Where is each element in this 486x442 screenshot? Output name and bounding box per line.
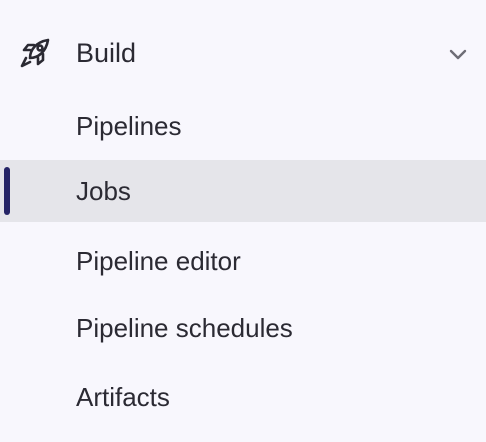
build-section-toggle[interactable]: Build xyxy=(0,22,486,84)
nav-item-pipeline-editor[interactable]: Pipeline editor xyxy=(0,230,486,292)
nav-item-jobs[interactable]: Jobs xyxy=(0,160,486,222)
nav-item-label: Pipeline editor xyxy=(76,246,241,276)
rocket-icon xyxy=(18,36,52,70)
active-indicator xyxy=(4,167,10,215)
build-nav-section: Build Pipelines Jobs Pipeline editor Pip… xyxy=(0,0,486,442)
nav-item-label: Jobs xyxy=(76,176,131,206)
nav-item-label: Pipelines xyxy=(76,111,182,141)
nav-item-label: Pipeline schedules xyxy=(76,313,293,343)
nav-item-label: Artifacts xyxy=(76,382,170,412)
chevron-down-icon xyxy=(446,42,470,66)
nav-item-pipeline-schedules[interactable]: Pipeline schedules xyxy=(0,297,486,359)
section-title: Build xyxy=(76,38,137,68)
nav-item-artifacts[interactable]: Artifacts xyxy=(0,366,486,428)
nav-item-pipelines[interactable]: Pipelines xyxy=(0,95,486,157)
